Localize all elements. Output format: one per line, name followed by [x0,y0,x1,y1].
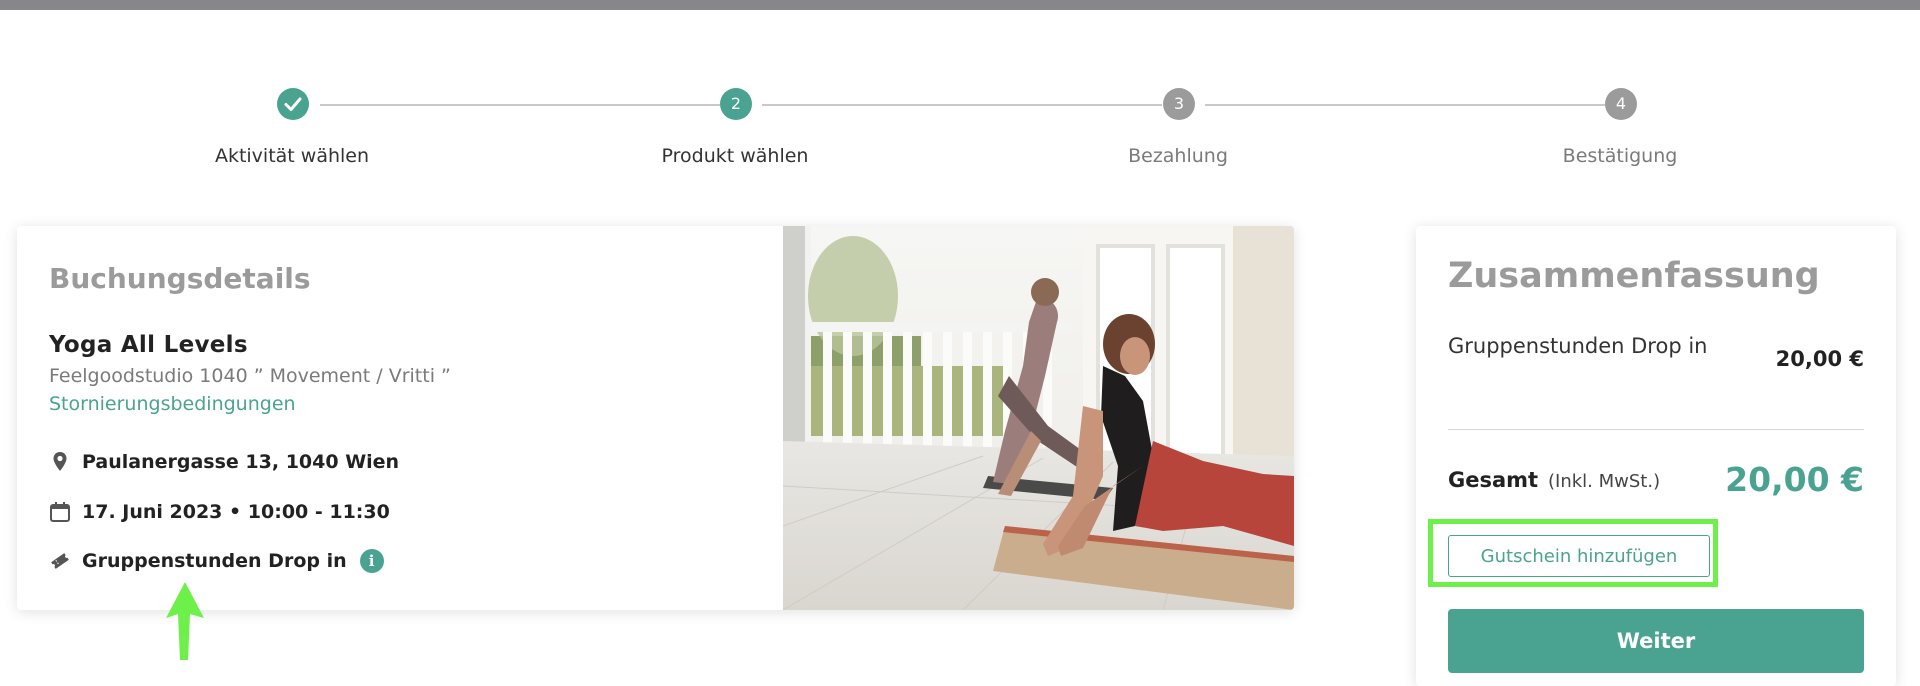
add-voucher-button[interactable]: Gutschein hinzufügen [1448,535,1710,577]
booking-details-card: Buchungsdetails Yoga All Levels Feelgood… [17,226,1294,610]
line-item-name: Gruppenstunden Drop in [1448,334,1708,358]
summary-title: Zusammenfassung [1448,256,1820,296]
product-text: Gruppenstunden Drop in [82,550,347,572]
step-connector [320,104,720,106]
progress-stepper: Aktivität wählen 2 Produkt wählen 3 Beza… [0,0,1920,180]
datetime-row: 17. Juni 2023 • 10:00 - 11:30 [49,497,390,527]
annotation-arrow [166,582,204,660]
check-icon [284,97,302,111]
total-price: 20,00 € [1725,460,1864,499]
product-row: Gruppenstunden Drop in i [49,546,384,576]
ticket-icon [49,550,71,572]
cancellation-policy-link[interactable]: Stornierungsbedingungen [49,393,296,415]
info-icon[interactable]: i [359,549,384,573]
step-number: 4 [1605,88,1637,120]
step-number: 2 [720,88,752,120]
step-label: Aktivität wählen [214,145,370,167]
booking-title: Buchungsdetails [49,262,311,295]
next-button[interactable]: Weiter [1448,609,1864,673]
yoga-class-photo [783,226,1294,610]
address-row: Paulanergasse 13, 1040 Wien [49,447,399,477]
step-label: Produkt wählen [661,145,809,167]
summary-card: Zusammenfassung Gruppenstunden Drop in 2… [1416,226,1896,686]
address-text: Paulanergasse 13, 1040 Wien [82,451,400,473]
step-check-icon [277,88,309,120]
step-label: Bezahlung [1128,145,1228,167]
total-label: Gesamt [1448,468,1539,492]
line-item-price: 20,00 € [1775,347,1864,371]
calendar-icon [49,501,71,523]
divider [1448,429,1864,430]
step-number: 3 [1163,88,1195,120]
class-name: Yoga All Levels [49,332,248,358]
location-pin-icon [49,451,71,473]
step-connector [762,104,1162,106]
datetime-text: 17. Juni 2023 • 10:00 - 11:30 [82,501,390,523]
step-label: Bestätigung [1562,145,1678,167]
total-tax-note: (Inkl. MwSt.) [1548,471,1661,492]
step-connector [1205,104,1605,106]
studio-name: Feelgoodstudio 1040 ” Movement / Vritti … [49,365,451,387]
